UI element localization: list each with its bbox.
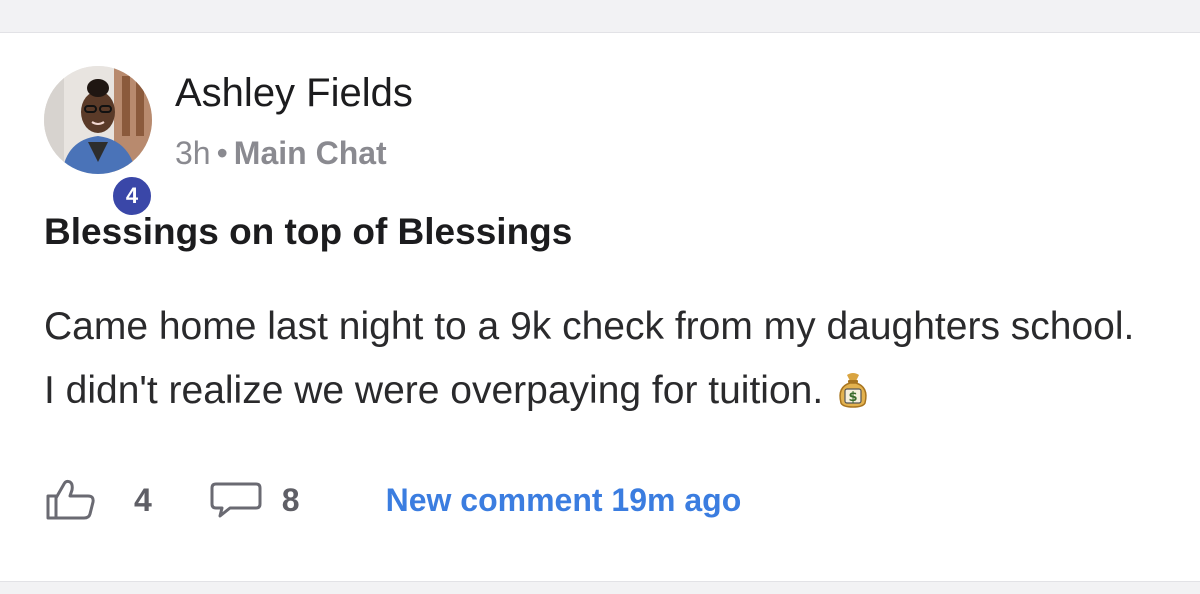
money-bag-icon: $ [833,365,873,408]
post-time: 3h [175,135,211,171]
post-meta: 3h • Main Chat [175,135,387,172]
comment-count: 8 [281,481,300,518]
post-body: Came home last night to a 9k check from … [44,295,1154,423]
thumbs-up-icon[interactable] [44,478,100,522]
avatar[interactable] [44,66,152,174]
comment-bubble-icon[interactable] [208,478,264,522]
action-bar: 4 8 New comment 19m ago [44,478,741,522]
author-name[interactable]: Ashley Fields [175,71,413,116]
author-avatar-group[interactable]: 4 [44,66,154,218]
post-card[interactable]: 4 Ashley Fields 3h • Main Chat Blessings o… [0,32,1200,582]
meta-separator: • [216,135,228,171]
new-comment-link[interactable]: New comment 19m ago [386,482,742,519]
post-body-text: Came home last night to a 9k check from … [44,305,1135,412]
channel-link[interactable]: Main Chat [234,135,387,171]
like-count: 4 [134,481,152,518]
post-title: Blessings on top of Blessings [44,211,573,252]
svg-text:$: $ [849,390,858,405]
